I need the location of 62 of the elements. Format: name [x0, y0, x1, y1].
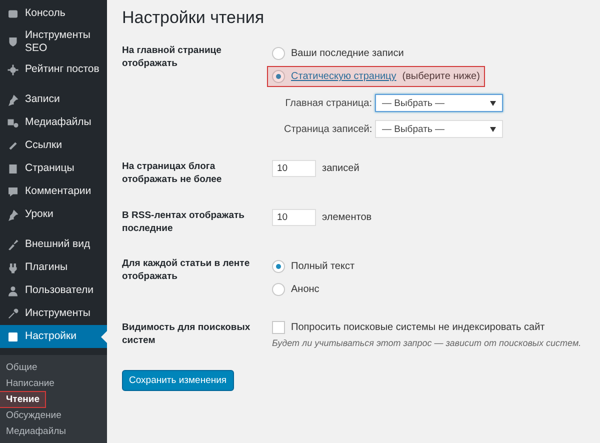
page-select[interactable]: — Выбрать —	[375, 120, 503, 138]
checkbox-label: Попросить поисковые системы не индексировать сайт	[291, 322, 545, 334]
menu-item[interactable]: Записи	[0, 88, 107, 112]
menu-icon	[7, 140, 19, 152]
radio-button[interactable]	[272, 260, 285, 274]
radio-label: Полный текст	[291, 261, 355, 272]
menu-item[interactable]: Пользователи	[0, 279, 107, 302]
radio-label: Анонс	[291, 284, 320, 296]
number-field[interactable]: 10	[272, 160, 316, 177]
menu-icon	[7, 284, 19, 297]
menu-item[interactable]: Настройки	[0, 325, 107, 348]
menu-item[interactable]: Плагины	[0, 256, 107, 280]
radio-button[interactable]	[272, 70, 285, 83]
submenu-item[interactable]: Медиафайлы	[0, 424, 72, 440]
menu-icon	[7, 162, 19, 175]
caret-icon	[490, 126, 496, 132]
menu-icon	[7, 186, 19, 198]
unit-label: элементов	[322, 212, 372, 223]
menu-icon	[7, 308, 19, 320]
submenu-item[interactable]: Обсуждение	[0, 408, 68, 424]
select-label: Страница записей:	[284, 124, 372, 134]
menu-icon	[7, 94, 19, 106]
menu-icon	[7, 36, 19, 48]
menu-item[interactable]: Медиафайлы	[0, 111, 107, 134]
menu-icon	[7, 116, 19, 129]
setting-label: На главной странице отображать	[122, 44, 222, 72]
radio-label: Ваши последние записи	[291, 48, 404, 59]
menu-icon	[7, 64, 19, 76]
menu-icon	[7, 208, 19, 221]
page-select[interactable]: — Выбрать —	[375, 94, 503, 112]
radio-button[interactable]	[272, 283, 285, 296]
setting-label: На страницах блога отображать не более	[122, 160, 223, 187]
menu-icon	[7, 8, 19, 20]
setting-label: В RSS-лентах отображать последние	[122, 208, 246, 236]
menu-item[interactable]: Инструменты	[0, 302, 107, 326]
menu-item[interactable]: Рейтинг постов	[0, 58, 107, 82]
checkbox[interactable]	[272, 321, 285, 334]
submenu-item[interactable]: Чтение	[0, 392, 46, 408]
menu-item[interactable]: Уроки	[0, 203, 107, 226]
unit-label: записей	[322, 163, 360, 174]
radio-label: (выберите ниже)	[402, 71, 480, 82]
menu-item[interactable]: Комментарии	[0, 180, 107, 204]
menu-item[interactable]: Консоль	[0, 2, 107, 25]
submenu-item[interactable]: Написание	[0, 376, 60, 392]
static-page-link[interactable]: Статическую страницу	[291, 71, 396, 82]
number-field[interactable]: 10	[272, 208, 316, 226]
menu-item[interactable]: Инструменты SEO	[0, 25, 107, 58]
setting-label: Для каждой статьи в ленте отображать	[122, 257, 251, 284]
submenu-item[interactable]: Общие	[0, 360, 44, 376]
menu-icon	[7, 238, 19, 251]
page-title: Настройки чтения	[122, 8, 266, 28]
menu-icon	[7, 330, 19, 343]
menu-item[interactable]: Ссылки	[0, 134, 107, 158]
setting-label: Видимость для поисковых систем	[122, 321, 252, 348]
menu-icon	[7, 262, 19, 274]
select-label: Главная страница:	[284, 98, 372, 108]
menu-item[interactable]: Внешний вид	[0, 233, 107, 256]
menu-item[interactable]: Страницы	[0, 157, 107, 180]
save-button[interactable]: Сохранить изменения	[122, 370, 234, 392]
caret-icon	[490, 100, 496, 106]
hint-text: Будет ли учитываться этот запрос — зависит от поисковых систем.	[272, 338, 582, 348]
radio-button[interactable]	[272, 47, 285, 60]
